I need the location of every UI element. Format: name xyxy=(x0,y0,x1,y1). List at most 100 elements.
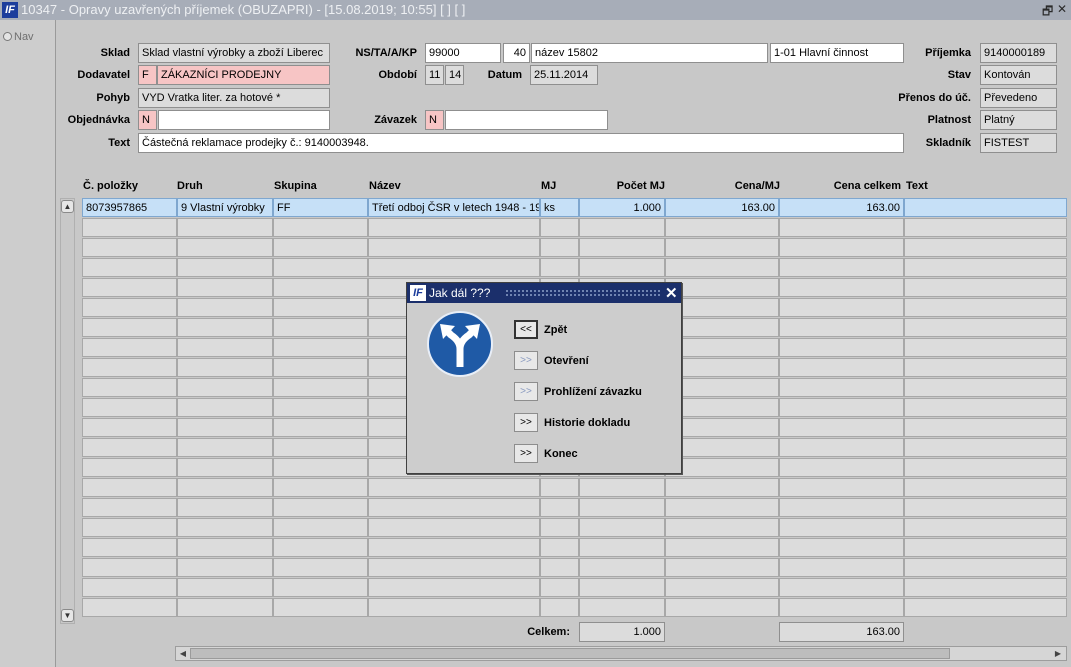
col-header-skupina[interactable]: Skupina xyxy=(274,180,317,192)
objednavka-field[interactable] xyxy=(158,110,330,130)
table-cell-skupina[interactable] xyxy=(273,338,368,357)
table-cell-skupina[interactable] xyxy=(273,218,368,237)
dodavatel-flag-field[interactable]: F xyxy=(138,65,157,85)
table-cell-cena-celkem[interactable] xyxy=(779,558,904,577)
table-cell-text[interactable] xyxy=(904,218,1067,237)
table-cell-polozka[interactable] xyxy=(82,258,177,277)
table-cell-nazev[interactable] xyxy=(368,518,540,537)
table-cell-polozka[interactable] xyxy=(82,558,177,577)
table-cell-polozka[interactable] xyxy=(82,358,177,377)
table-cell-skupina[interactable] xyxy=(273,518,368,537)
table-cell-pocet[interactable] xyxy=(579,478,665,497)
table-cell-pocet[interactable] xyxy=(579,518,665,537)
table-cell-cena-mj[interactable] xyxy=(665,538,779,557)
table-cell-mj[interactable] xyxy=(540,498,579,517)
table-cell-polozka[interactable] xyxy=(82,338,177,357)
table-cell-druh[interactable] xyxy=(177,418,273,437)
table-cell-druh[interactable] xyxy=(177,258,273,277)
table-cell-skupina[interactable] xyxy=(273,558,368,577)
table-cell-skupina[interactable] xyxy=(273,398,368,417)
scroll-up-icon[interactable]: ▲ xyxy=(61,200,74,213)
zavazek-flag-field[interactable]: N xyxy=(425,110,444,130)
table-cell-pocet[interactable] xyxy=(579,218,665,237)
table-cell-skupina[interactable]: FF xyxy=(273,198,368,217)
obdobi-year-field[interactable]: 14 xyxy=(445,65,464,85)
table-cell-cena-celkem[interactable] xyxy=(779,278,904,297)
dialog-drag-handle[interactable] xyxy=(505,289,660,297)
table-cell-cena-celkem[interactable] xyxy=(779,578,904,597)
table-cell-polozka[interactable] xyxy=(82,498,177,517)
col-header-pocet[interactable]: Počet MJ xyxy=(580,180,665,192)
table-cell-cena-mj[interactable] xyxy=(665,238,779,257)
table-cell-skupina[interactable] xyxy=(273,438,368,457)
stav-field[interactable]: Kontován xyxy=(980,65,1057,85)
table-cell-nazev[interactable] xyxy=(368,558,540,577)
col-header-cena-celkem[interactable]: Cena celkem xyxy=(780,180,901,192)
table-cell-druh[interactable] xyxy=(177,558,273,577)
table-cell-cena-mj[interactable] xyxy=(665,558,779,577)
table-cell-polozka[interactable] xyxy=(82,478,177,497)
table-cell-mj[interactable] xyxy=(540,218,579,237)
table-cell-pocet[interactable] xyxy=(579,598,665,617)
table-cell-text[interactable] xyxy=(904,578,1067,597)
table-cell-polozka[interactable] xyxy=(82,578,177,597)
nav-toggle[interactable]: Nav xyxy=(3,31,34,43)
table-cell-cena-celkem[interactable] xyxy=(779,238,904,257)
table-cell-polozka[interactable] xyxy=(82,458,177,477)
table-cell-druh[interactable] xyxy=(177,358,273,377)
table-cell-druh[interactable] xyxy=(177,218,273,237)
table-cell-cena-mj[interactable] xyxy=(665,518,779,537)
table-cell-pocet[interactable] xyxy=(579,538,665,557)
table-cell-polozka[interactable] xyxy=(82,398,177,417)
table-cell-nazev[interactable] xyxy=(368,498,540,517)
skladnik-field[interactable]: FISTEST xyxy=(980,133,1057,153)
datum-field[interactable]: 25.11.2014 xyxy=(530,65,598,85)
table-cell-druh[interactable] xyxy=(177,318,273,337)
close-window-icon[interactable]: ✕ xyxy=(1057,2,1067,16)
table-cell-pocet[interactable] xyxy=(579,578,665,597)
table-cell-polozka[interactable] xyxy=(82,318,177,337)
table-cell-pocet[interactable] xyxy=(579,498,665,517)
dialog-close-icon[interactable]: ✕ xyxy=(665,284,678,302)
table-cell-druh[interactable] xyxy=(177,338,273,357)
table-horizontal-scrollbar[interactable]: ◀ ▶ xyxy=(175,646,1067,661)
ns-field[interactable]: 99000 xyxy=(425,43,501,63)
table-cell-mj[interactable] xyxy=(540,518,579,537)
table-cell-mj[interactable] xyxy=(540,598,579,617)
col-header-cena-mj[interactable]: Cena/MJ xyxy=(666,180,780,192)
table-cell-text[interactable] xyxy=(904,238,1067,257)
table-cell-druh[interactable] xyxy=(177,238,273,257)
table-cell-mj[interactable] xyxy=(540,578,579,597)
table-cell-cena-mj[interactable] xyxy=(665,378,779,397)
table-cell-druh[interactable] xyxy=(177,378,273,397)
a-field[interactable]: název 15802 xyxy=(531,43,768,63)
table-cell-text[interactable] xyxy=(904,458,1067,477)
table-cell-polozka[interactable] xyxy=(82,538,177,557)
prohlizeni-zavazku-button[interactable]: >> xyxy=(514,382,538,401)
table-cell-text[interactable] xyxy=(904,258,1067,277)
table-cell-cena-celkem[interactable] xyxy=(779,398,904,417)
table-cell-skupina[interactable] xyxy=(273,458,368,477)
table-cell-cena-celkem[interactable] xyxy=(779,338,904,357)
table-cell-nazev[interactable] xyxy=(368,478,540,497)
table-cell-druh[interactable] xyxy=(177,598,273,617)
platnost-field[interactable]: Platný xyxy=(980,110,1057,130)
table-cell-cena-celkem[interactable] xyxy=(779,538,904,557)
table-cell-cena-mj[interactable] xyxy=(665,498,779,517)
col-header-druh[interactable]: Druh xyxy=(177,180,203,192)
col-header-mj[interactable]: MJ xyxy=(541,180,556,192)
prijemka-field[interactable]: 9140000189 xyxy=(980,43,1057,63)
table-cell-cena-celkem[interactable] xyxy=(779,218,904,237)
table-cell-cena-celkem[interactable] xyxy=(779,358,904,377)
table-cell-text[interactable] xyxy=(904,478,1067,497)
table-cell-cena-mj[interactable] xyxy=(665,318,779,337)
table-cell-druh[interactable] xyxy=(177,518,273,537)
table-vertical-scrollbar[interactable]: ▲ ▼ xyxy=(60,198,75,624)
table-cell-polozka[interactable] xyxy=(82,298,177,317)
table-cell-cena-mj[interactable] xyxy=(665,478,779,497)
table-cell-nazev[interactable] xyxy=(368,238,540,257)
table-cell-text[interactable] xyxy=(904,338,1067,357)
table-cell-nazev[interactable] xyxy=(368,578,540,597)
table-cell-text[interactable] xyxy=(904,278,1067,297)
table-cell-druh[interactable] xyxy=(177,578,273,597)
